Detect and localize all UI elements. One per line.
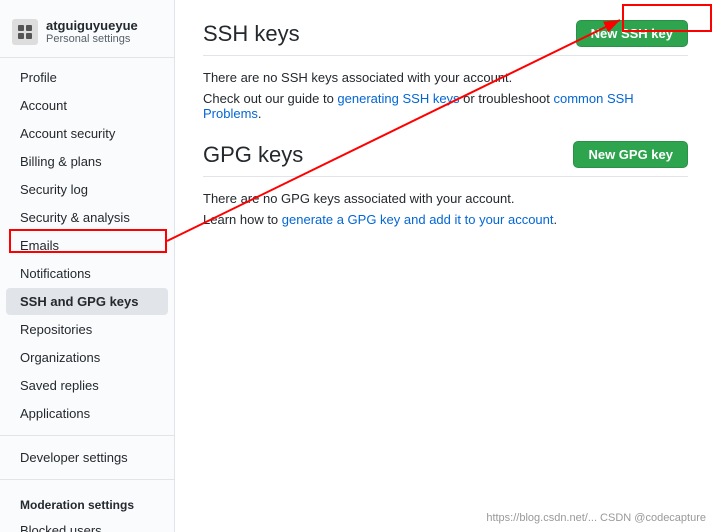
sidebar-item-profile[interactable]: Profile [6, 64, 168, 91]
sidebar-item-security-analysis[interactable]: Security & analysis [6, 204, 168, 231]
sidebar-divider-2 [0, 479, 174, 480]
gpg-learn-prefix: Learn how to [203, 212, 282, 227]
ssh-generating-link[interactable]: generating SSH keys [337, 91, 459, 106]
user-avatar-icon [12, 19, 38, 45]
sidebar-item-billing[interactable]: Billing & plans [6, 148, 168, 175]
ssh-guide-prefix: Check out our guide to [203, 91, 337, 106]
sidebar-divider-1 [0, 435, 174, 436]
sidebar-header: atguiguyueyue Personal settings [0, 10, 174, 58]
sidebar-item-account-security[interactable]: Account security [6, 120, 168, 147]
gpg-body-text: There are no GPG keys associated with yo… [203, 191, 688, 206]
ssh-end-text: . [258, 106, 262, 121]
sidebar-item-emails[interactable]: Emails [6, 232, 168, 259]
new-ssh-key-button[interactable]: New SSH key [576, 20, 688, 47]
sidebar-user-info: atguiguyueyue Personal settings [46, 18, 138, 45]
gpg-section-header: GPG keys New GPG key [203, 141, 688, 177]
gpg-section: GPG keys New GPG key There are no GPG ke… [203, 141, 688, 227]
ssh-body-text: There are no SSH keys associated with yo… [203, 70, 688, 85]
sidebar-item-account[interactable]: Account [6, 92, 168, 119]
main-content: SSH keys New SSH key There are no SSH ke… [175, 0, 716, 532]
ssh-section-header: SSH keys New SSH key [203, 20, 688, 56]
sidebar-item-organizations[interactable]: Organizations [6, 344, 168, 371]
gpg-sub-text: Learn how to generate a GPG key and add … [203, 212, 688, 227]
ssh-title: SSH keys [203, 21, 300, 47]
sidebar-item-ssh-gpg[interactable]: SSH and GPG keys [6, 288, 168, 315]
sidebar-item-repositories[interactable]: Repositories [6, 316, 168, 343]
sidebar-item-blocked-users[interactable]: Blocked users [6, 517, 168, 532]
sidebar-item-security-log[interactable]: Security log [6, 176, 168, 203]
ssh-sub-text: Check out our guide to generating SSH ke… [203, 91, 688, 121]
sidebar-item-developer[interactable]: Developer settings [6, 444, 168, 471]
gpg-generate-link[interactable]: generate a GPG key and add it to your ac… [282, 212, 554, 227]
gpg-title: GPG keys [203, 142, 303, 168]
gpg-end-text: . [554, 212, 558, 227]
new-gpg-key-button[interactable]: New GPG key [573, 141, 688, 168]
sidebar-subtitle: Personal settings [46, 33, 138, 45]
watermark: https://blog.csdn.net/... CSDN @codecapt… [486, 512, 706, 524]
sidebar-item-applications[interactable]: Applications [6, 400, 168, 427]
ssh-or-text: or troubleshoot [460, 91, 554, 106]
sidebar-item-saved-replies[interactable]: Saved replies [6, 372, 168, 399]
sidebar-item-notifications[interactable]: Notifications [6, 260, 168, 287]
sidebar-moderation-label: Moderation settings [6, 488, 168, 516]
sidebar-username: atguiguyueyue [46, 18, 138, 33]
sidebar: atguiguyueyue Personal settings Profile … [0, 0, 175, 532]
